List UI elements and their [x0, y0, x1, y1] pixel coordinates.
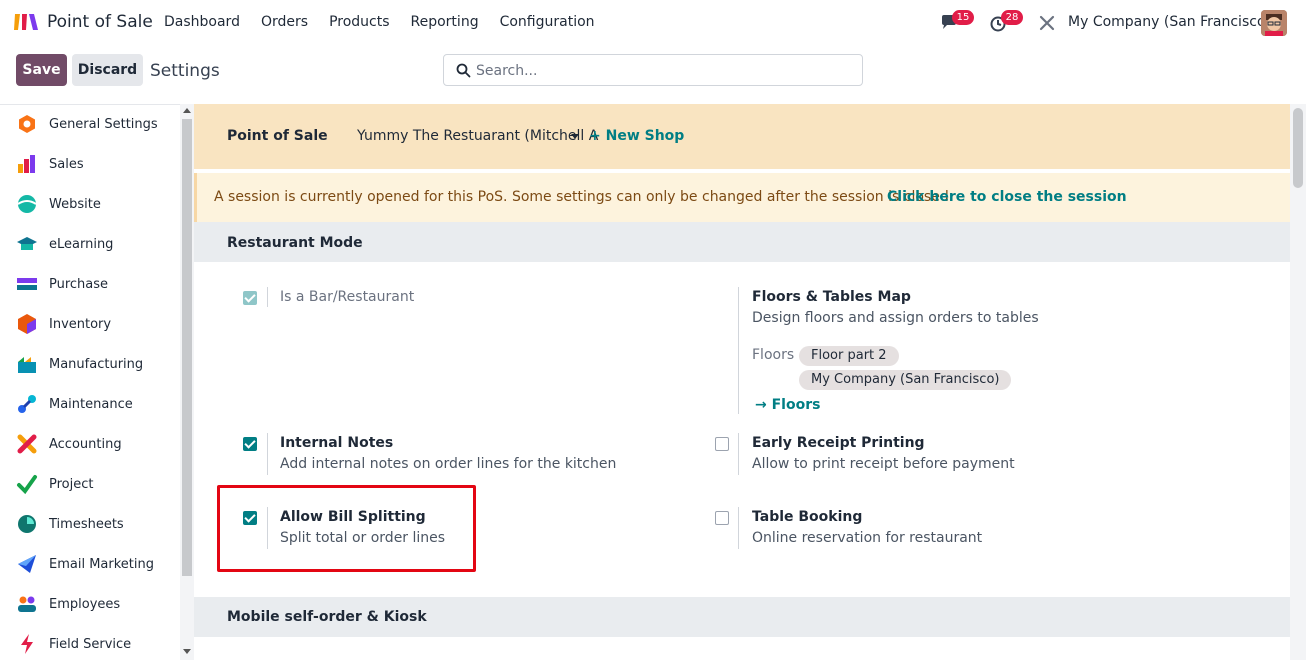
early-receipt-desc: Allow to print receipt before payment — [752, 456, 1015, 472]
sidebar-item-general-settings[interactable]: General Settings — [16, 112, 158, 136]
close-session-link[interactable]: Click here to close the session — [887, 189, 1127, 205]
sidebar-item-field-service[interactable]: Field Service — [16, 632, 131, 656]
table-booking-desc: Online reservation for restaurant — [752, 530, 983, 546]
save-button[interactable]: Save — [16, 54, 67, 86]
pos-app-icon[interactable] — [13, 12, 39, 32]
menu-products[interactable]: Products — [329, 14, 389, 30]
sidebar-item-label: Website — [49, 196, 101, 212]
accounting-icon — [17, 434, 37, 454]
search-bar[interactable] — [443, 54, 863, 86]
page-title: Settings — [150, 61, 220, 81]
maintenance-icon — [18, 395, 36, 413]
app-name[interactable]: Point of Sale — [47, 12, 153, 32]
section-title-mobile: Mobile self-order & Kiosk — [227, 609, 427, 625]
internal-notes-desc: Add internal notes on order lines for th… — [280, 456, 617, 472]
sidebar-item-label: Timesheets — [49, 516, 124, 532]
sidebar-item-label: Purchase — [49, 276, 109, 292]
sidebar-item-website[interactable]: Website — [16, 192, 101, 216]
sales-icon — [18, 155, 35, 173]
discard-button[interactable]: Discard — [72, 54, 143, 86]
sidebar-item-label: Inventory — [49, 316, 112, 332]
internal-notes-checkbox[interactable] — [243, 437, 257, 451]
search-icon — [456, 63, 471, 78]
pos-label: Point of Sale — [227, 128, 328, 144]
early-receipt-title: Early Receipt Printing — [752, 435, 925, 451]
menu-dashboard[interactable]: Dashboard — [164, 14, 240, 30]
inventory-icon — [18, 314, 36, 334]
section-title-restaurant: Restaurant Mode — [227, 235, 363, 251]
session-alert-text: A session is currently opened for this P… — [214, 189, 954, 205]
separator — [738, 433, 739, 475]
sidebar-item-label: Sales — [49, 156, 84, 172]
purchase-icon — [17, 278, 37, 290]
highlight-box — [217, 485, 476, 572]
sidebar-item-inventory[interactable]: Inventory — [16, 312, 111, 336]
sidebar-item-label: Accounting — [49, 436, 122, 452]
project-icon — [17, 475, 37, 495]
shop-select[interactable]: Yummy The Restuarant (Mitchell A — [357, 128, 598, 144]
caret-down-icon[interactable] — [571, 134, 579, 139]
sidebar-item-label: Manufacturing — [49, 356, 144, 372]
sidebar-item-project[interactable]: Project — [16, 472, 93, 496]
sidebar-item-label: Project — [49, 476, 94, 492]
floor-tag[interactable]: My Company (San Francisco) — [799, 370, 1012, 390]
new-shop-button[interactable]: + New Shop — [589, 128, 684, 144]
top-navbar: Point of Sale Dashboard Orders Products … — [0, 0, 1306, 46]
settings-sidebar — [0, 104, 180, 660]
sidebar-item-label: Maintenance — [49, 396, 133, 412]
sidebar-item-manufacturing[interactable]: Manufacturing — [16, 352, 143, 376]
table-booking-title: Table Booking — [752, 509, 863, 525]
timesheets-icon — [18, 515, 36, 533]
bar-restaurant-label: Is a Bar/Restaurant — [280, 289, 415, 305]
separator — [738, 507, 739, 549]
manufacturing-icon — [18, 357, 36, 373]
floors-map-title: Floors & Tables Map — [752, 289, 911, 305]
menu-orders[interactable]: Orders — [261, 14, 308, 30]
sidebar-item-label: General Settings — [49, 116, 158, 132]
bar-restaurant-checkbox[interactable] — [243, 291, 257, 305]
content-scroll-thumb[interactable] — [1293, 108, 1303, 188]
activities-badge: 28 — [1001, 10, 1023, 25]
website-icon — [17, 195, 37, 213]
sidebar-item-label: eLearning — [49, 236, 114, 252]
floors-link[interactable]: → Floors — [755, 397, 820, 413]
menu-reporting[interactable]: Reporting — [411, 14, 479, 30]
sidebar-item-label: Employees — [49, 596, 121, 612]
table-booking-checkbox[interactable] — [715, 511, 729, 525]
messages-badge: 15 — [952, 10, 974, 25]
early-receipt-checkbox[interactable] — [715, 437, 729, 451]
sidebar-item-sales[interactable]: Sales — [16, 152, 84, 176]
floors-label: Floors — [752, 347, 795, 363]
employees-icon — [18, 596, 36, 612]
sidebar-item-timesheets[interactable]: Timesheets — [16, 512, 124, 536]
sidebar-scroll-thumb[interactable] — [182, 119, 192, 576]
elearning-icon — [17, 237, 37, 250]
main-menu: Dashboard Orders Products Reporting Conf… — [164, 14, 616, 30]
scroll-down-icon[interactable] — [183, 649, 191, 654]
sidebar-item-label: Field Service — [49, 636, 132, 652]
sidebar-item-accounting[interactable]: Accounting — [16, 432, 122, 456]
tools-icon[interactable] — [1038, 14, 1056, 32]
general-settings-icon — [19, 115, 35, 133]
floors-map-desc: Design floors and assign orders to table… — [752, 310, 1039, 326]
floor-tag[interactable]: Floor part 2 — [799, 346, 899, 366]
separator — [267, 287, 268, 307]
sidebar-item-employees[interactable]: Employees — [16, 592, 120, 616]
separator — [267, 433, 268, 475]
sidebar-item-maintenance[interactable]: Maintenance — [16, 392, 133, 416]
search-input[interactable] — [476, 59, 856, 83]
internal-notes-title: Internal Notes — [280, 435, 394, 451]
scroll-up-icon[interactable] — [183, 108, 191, 113]
field-service-icon — [21, 634, 33, 654]
sidebar-item-purchase[interactable]: Purchase — [16, 272, 108, 296]
sidebar-item-email-marketing[interactable]: Email Marketing — [16, 552, 154, 576]
sidebar-item-elearning[interactable]: eLearning — [16, 232, 113, 256]
menu-configuration[interactable]: Configuration — [500, 14, 595, 30]
separator — [738, 287, 739, 414]
email-marketing-icon — [18, 555, 36, 573]
sidebar-item-label: Email Marketing — [49, 556, 154, 572]
company-switcher[interactable]: My Company (San Francisco) — [1068, 14, 1271, 30]
user-avatar[interactable] — [1261, 10, 1287, 36]
